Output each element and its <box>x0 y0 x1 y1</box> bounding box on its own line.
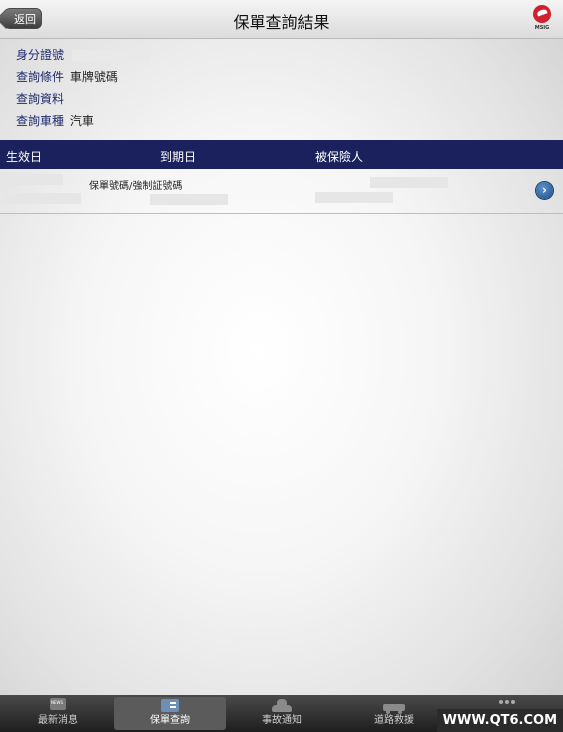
info-row-id: 身分證號 <box>16 46 150 68</box>
column-insured: 被保險人 <box>315 150 364 164</box>
tow-truck-icon <box>382 698 406 714</box>
accident-car-icon <box>270 698 294 714</box>
info-value-vehicle-type: 汽車 <box>69 114 94 128</box>
tab-road-assistance-label: 道路救援 <box>374 715 414 726</box>
redacted-insured-name <box>370 177 448 188</box>
policy-card-icon <box>158 698 182 714</box>
site-watermark: WWW.QT6.COM <box>436 709 563 732</box>
redacted-effective-date <box>3 174 63 185</box>
page-title: 保單查詢結果 <box>233 13 330 32</box>
chevron-right-icon[interactable]: › <box>536 182 553 199</box>
info-row-vehicle-type: 查詢車種 汽車 <box>16 112 150 134</box>
info-label-vehicle-type: 查詢車種 <box>16 114 65 128</box>
redacted-id-value <box>71 49 150 62</box>
msig-logo-mark <box>533 5 551 23</box>
column-expiry-date: 到期日 <box>160 150 197 164</box>
redacted-insured-id <box>315 192 393 203</box>
tab-policy-query-label: 保單查詢 <box>150 715 190 726</box>
query-info: 身分證號 查詢條件 車牌號碼 查詢資料 查詢車種 汽車 <box>16 46 150 134</box>
redacted-data-value <box>69 93 90 106</box>
msig-logo: MSIG <box>529 5 555 33</box>
info-row-data: 查詢資料 <box>16 90 150 112</box>
tab-road-assistance[interactable]: 道路救援 <box>338 697 450 730</box>
tab-accident-notice[interactable]: 事故通知 <box>226 697 338 730</box>
info-label-data: 查詢資料 <box>16 92 65 106</box>
tab-news-label: 最新消息 <box>38 715 78 726</box>
policy-number-label: 保單號碼/強制証號碼 <box>89 181 183 192</box>
table-header: 生效日 到期日 被保險人 <box>0 140 563 169</box>
info-value-condition: 車牌號碼 <box>69 70 118 84</box>
redacted-policy-number <box>150 194 228 205</box>
tab-news[interactable]: 最新消息 <box>2 697 114 730</box>
news-icon <box>46 698 70 714</box>
column-effective-date: 生效日 <box>6 150 43 164</box>
redacted-effective-date-2 <box>3 193 81 204</box>
table-row[interactable]: 保單號碼/強制証號碼 › <box>0 169 563 214</box>
info-label-id: 身分證號 <box>16 48 65 62</box>
navigation-bar: 返回 保單查詢結果 MSIG <box>0 0 563 39</box>
msig-logo-text: MSIG <box>534 25 550 31</box>
info-row-condition: 查詢條件 車牌號碼 <box>16 68 150 90</box>
tab-accident-notice-label: 事故通知 <box>262 715 302 726</box>
info-label-condition: 查詢條件 <box>16 70 65 84</box>
tab-policy-query[interactable]: 保單查詢 <box>114 697 226 730</box>
